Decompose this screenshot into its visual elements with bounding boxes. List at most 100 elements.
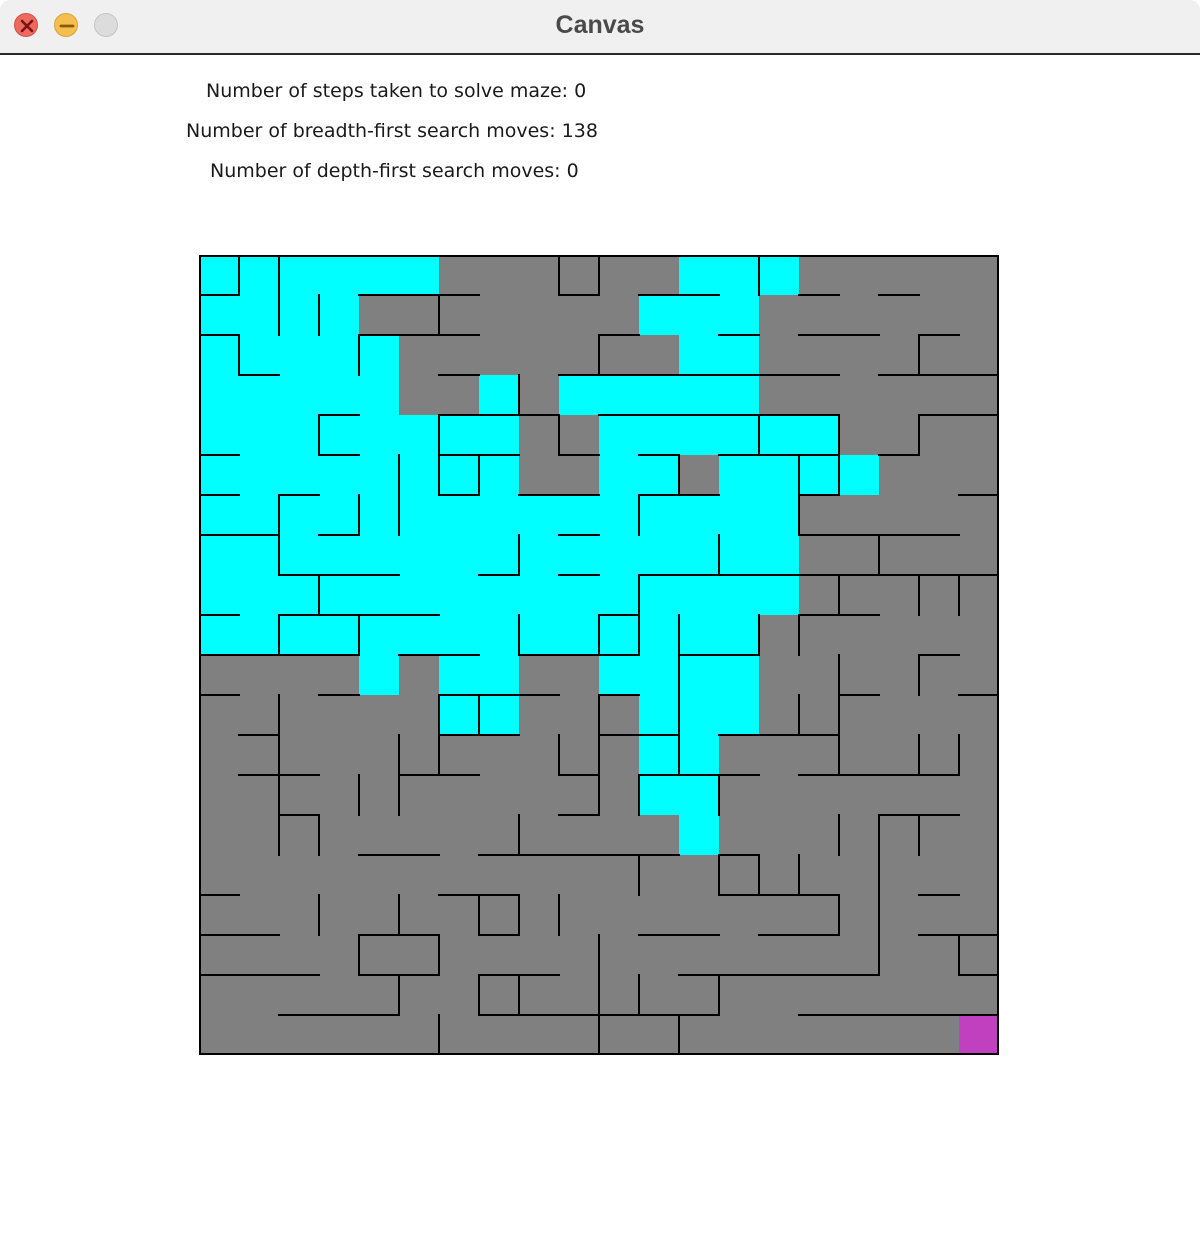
maze-cell-visited	[319, 375, 359, 415]
maze-cell-visited	[359, 655, 399, 695]
maze-cell-visited	[599, 375, 639, 415]
maze-cell	[279, 695, 319, 735]
maze-cell	[959, 535, 999, 575]
maze-cell	[279, 1015, 319, 1055]
maze-cell	[599, 815, 639, 855]
maze-cell	[719, 775, 759, 815]
maze-cell	[759, 695, 799, 735]
maze-goal-cell	[959, 1015, 999, 1055]
maze-cell	[599, 855, 639, 895]
maze-cell	[839, 335, 879, 375]
maze-cell-visited	[479, 655, 519, 695]
maze-cell	[799, 335, 839, 375]
maze-cell	[679, 455, 719, 495]
maze-cell-visited	[719, 695, 759, 735]
maze-cell	[239, 655, 279, 695]
maze-cell	[559, 255, 599, 295]
maze-cell	[199, 935, 239, 975]
maze-cell-visited	[479, 495, 519, 535]
maze-cell	[919, 335, 959, 375]
maze-cell	[839, 895, 879, 935]
maze-cell	[799, 895, 839, 935]
maze-cell-visited	[679, 375, 719, 415]
maze-cell	[919, 415, 959, 455]
maze-cell	[199, 815, 239, 855]
maze-cell-visited	[479, 415, 519, 455]
maze-cell	[559, 335, 599, 375]
maze-cell	[919, 1015, 959, 1055]
maze-cell	[479, 255, 519, 295]
maze-cell-visited	[719, 255, 759, 295]
maze-cell-visited	[279, 615, 319, 655]
maze-cell	[839, 935, 879, 975]
maze-cell	[879, 335, 919, 375]
maze-cell	[599, 1015, 639, 1055]
maze-cell-visited	[279, 455, 319, 495]
maze-cell-visited	[399, 255, 439, 295]
maze-cell	[319, 815, 359, 855]
maze-cell-visited	[679, 415, 719, 455]
maze-cell	[519, 1015, 559, 1055]
maze-cell	[839, 575, 879, 615]
maze-cell-visited	[639, 375, 679, 415]
maze-cell-visited	[239, 495, 279, 535]
maze-cell	[479, 335, 519, 375]
steps-count-label: Number of steps taken to solve maze: 0	[206, 80, 587, 102]
maze-cell	[399, 335, 439, 375]
maze-cell	[319, 775, 359, 815]
maze-cell-visited	[599, 535, 639, 575]
maze-cell	[919, 935, 959, 975]
maze-cell-visited	[279, 535, 319, 575]
maze-cell-visited	[359, 535, 399, 575]
maze-cell	[399, 655, 439, 695]
maze-cell-visited	[239, 535, 279, 575]
maze-cell	[839, 815, 879, 855]
maze-cell	[239, 695, 279, 735]
maze-cell	[919, 255, 959, 295]
maze-cell-visited	[679, 655, 719, 695]
maze-cell-visited	[359, 415, 399, 455]
maze-cell-visited	[479, 535, 519, 575]
maze-cell	[879, 415, 919, 455]
maze-cell	[359, 1015, 399, 1055]
maze-cell	[919, 775, 959, 815]
maze-cell	[959, 415, 999, 455]
maze-cell	[679, 1015, 719, 1055]
maze-cell	[959, 695, 999, 735]
maze-cell	[599, 975, 639, 1015]
maze-cell-visited	[679, 735, 719, 775]
maze-cell-visited	[599, 615, 639, 655]
maze-cell	[559, 415, 599, 455]
maze-cell	[319, 855, 359, 895]
maze-cell-visited	[639, 295, 679, 335]
maze-cell-visited	[679, 775, 719, 815]
maze-cell	[879, 695, 919, 735]
maze-cell	[839, 495, 879, 535]
maze-cell	[519, 895, 559, 935]
maze-cell-visited	[239, 455, 279, 495]
maze-cell	[439, 255, 479, 295]
maze-cell	[519, 295, 559, 335]
maze-cell-visited	[319, 255, 359, 295]
maze-cell	[559, 855, 599, 895]
maze-cell-visited	[439, 535, 479, 575]
maze-cell	[359, 695, 399, 735]
maze-cell	[439, 375, 479, 415]
maze-cell	[879, 895, 919, 935]
maze-cell	[799, 735, 839, 775]
maze-cell	[799, 655, 839, 695]
maze-cell-visited	[519, 575, 559, 615]
maze-cell	[519, 695, 559, 735]
maze-cell	[959, 895, 999, 935]
maze-cell-visited	[639, 415, 679, 455]
maze-cell	[599, 775, 639, 815]
maze-cell-visited	[439, 655, 479, 695]
maze-cell-visited	[399, 535, 439, 575]
maze-cell	[359, 815, 399, 855]
maze-cell	[359, 975, 399, 1015]
maze-cell	[319, 895, 359, 935]
maze-cell	[719, 895, 759, 935]
maze-cell	[599, 695, 639, 735]
maze-cell-visited	[239, 335, 279, 375]
maze-cell	[839, 975, 879, 1015]
